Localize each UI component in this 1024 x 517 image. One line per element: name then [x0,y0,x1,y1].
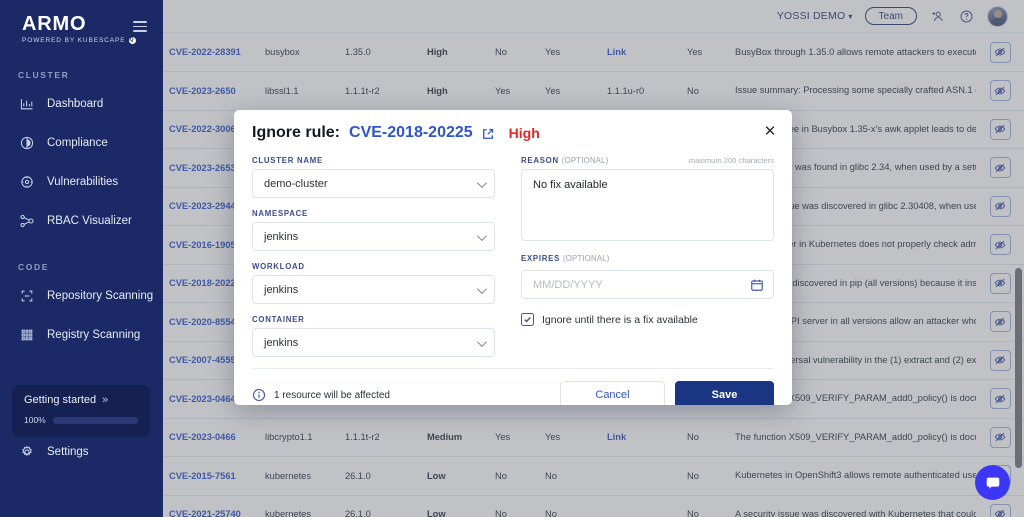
registry-icon [18,327,35,344]
sidebar-item-label: Compliance [47,137,108,149]
sidebar-item-label: Settings [47,446,89,458]
cluster-name-value: demo-cluster [264,177,328,190]
modal-left-column: CLUSTER NAME demo-cluster NAMESPACE jenk… [252,156,495,368]
repository-icon [18,288,35,305]
save-button[interactable]: Save [675,380,774,405]
chat-launcher-button[interactable] [975,465,1010,500]
progress-bar-track [52,416,138,424]
reason-textarea[interactable] [521,169,774,241]
getting-started-percent: 100% [24,415,46,425]
modal-severity-badge: High [508,125,540,141]
reason-label: REASON (optional) [521,156,608,165]
compliance-icon [18,135,35,152]
namespace-select[interactable]: jenkins [252,222,495,251]
sidebar-item-vulnerabilities[interactable]: Vulnerabilities [0,167,163,197]
sidebar-section-cluster-title: CLUSTER [18,70,70,80]
getting-started-card[interactable]: Getting started » 100% [12,385,150,437]
vulnerabilities-icon [18,174,35,191]
sidebar-section-code-title: CODE [18,262,49,272]
logo-tagline: POWERED BY KUBESCAPE Q [22,37,163,44]
close-icon[interactable]: ✕ [762,124,778,140]
brand-logo[interactable]: ARMO POWERED BY KUBESCAPE Q [0,0,163,44]
ignore-rule-modal: Ignore rule: CVE-2018-20225 High ✕ CLUST… [234,110,792,405]
reason-label-row: REASON (optional) maximum 200 characters [521,156,774,169]
container-select[interactable]: jenkins [252,328,495,357]
expires-date-field[interactable] [521,270,774,299]
workload-label: WORKLOAD [252,262,305,271]
sidebar: ARMO POWERED BY KUBESCAPE Q CLUSTER Dash… [0,0,163,517]
ignore-until-fix-label: Ignore until there is a fix available [542,313,698,326]
rbac-icon [18,213,35,230]
modal-cve-link[interactable]: CVE-2018-20225 [349,124,473,142]
dashboard-icon [18,96,35,113]
sidebar-item-settings[interactable]: Settings [0,439,163,465]
container-label: CONTAINER [252,315,305,324]
modal-title-prefix: Ignore rule: [252,124,341,141]
hamburger-icon[interactable] [133,18,147,35]
modal-footer-buttons: Cancel Save [560,380,774,405]
sidebar-item-label: RBAC Visualizer [47,215,132,227]
expires-input[interactable] [533,278,743,291]
calendar-icon[interactable] [750,278,764,292]
chat-icon [986,477,999,489]
affected-resources-text: 1 resource will be affected [274,389,390,401]
sidebar-item-dashboard[interactable]: Dashboard [0,89,163,119]
expires-label: EXPIRES (optional) [521,254,774,263]
info-icon [252,388,266,402]
sidebar-item-rbac-visualizer[interactable]: RBAC Visualizer [0,206,163,236]
modal-title: Ignore rule: CVE-2018-20225 High [252,124,774,142]
reason-label-text: REASON [521,156,559,165]
sidebar-item-label: Registry Scanning [47,329,141,341]
modal-right-column: REASON (optional) maximum 200 characters… [521,156,774,368]
chevron-down-icon [476,177,487,188]
logo-tagline-text: POWERED BY KUBESCAPE [22,37,126,44]
sidebar-item-label: Dashboard [47,98,104,110]
chevron-down-icon [476,230,487,241]
modal-body: CLUSTER NAME demo-cluster NAMESPACE jenk… [234,142,792,368]
cancel-button[interactable]: Cancel [560,380,665,405]
cluster-name-label: CLUSTER NAME [252,156,323,165]
external-link-icon[interactable] [482,127,494,139]
modal-footer: 1 resource will be affected Cancel Save [252,368,774,405]
container-value: jenkins [264,336,299,349]
sidebar-item-compliance[interactable]: Compliance [0,128,163,158]
sidebar-item-repository-scanning[interactable]: Repository Scanning [0,281,163,311]
app-root: ARMO POWERED BY KUBESCAPE Q CLUSTER Dash… [0,0,1024,517]
sidebar-item-label: Vulnerabilities [47,176,119,188]
checkbox-icon[interactable] [521,313,534,326]
cluster-name-select[interactable]: demo-cluster [252,169,495,198]
workload-value: jenkins [264,283,299,296]
chevron-down-icon [476,283,487,294]
namespace-value: jenkins [264,230,299,243]
sidebar-item-label: Repository Scanning [47,290,154,302]
getting-started-progress-row: 100% [24,415,138,425]
affected-resources-note: 1 resource will be affected [252,388,390,402]
getting-started-title: Getting started » [24,394,138,406]
getting-started-label: Getting started [24,394,97,406]
reason-max-chars: maximum 200 characters [688,156,774,165]
kubescape-badge-icon: Q [128,37,136,44]
ignore-until-fix-checkbox-row[interactable]: Ignore until there is a fix available [521,313,774,326]
sidebar-item-registry-scanning[interactable]: Registry Scanning [0,320,163,350]
modal-header: Ignore rule: CVE-2018-20225 High ✕ [234,110,792,142]
reason-optional-text: (optional) [561,156,609,165]
expires-optional-text: (optional) [562,254,610,263]
expires-label-text: EXPIRES [521,254,561,263]
double-chevron-right-icon: » [102,394,108,406]
chevron-down-icon [476,336,487,347]
namespace-label: NAMESPACE [252,209,308,218]
gear-icon [18,444,35,461]
workload-select[interactable]: jenkins [252,275,495,304]
